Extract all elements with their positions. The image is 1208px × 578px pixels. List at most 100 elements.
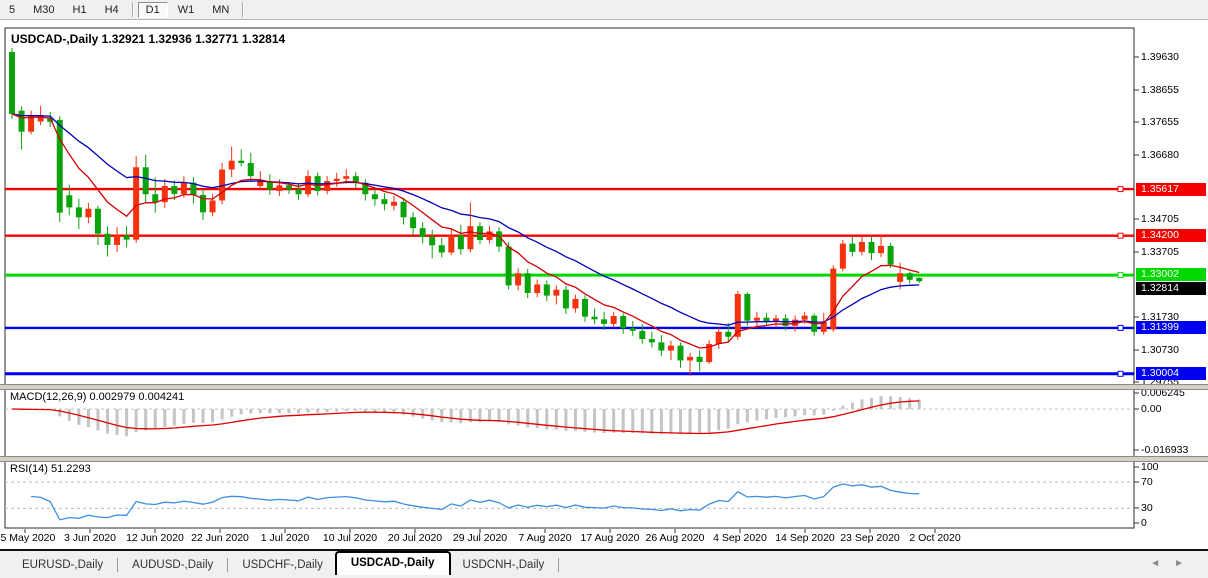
level-price-label: 1.33002: [1136, 268, 1206, 281]
panel-splitter[interactable]: [0, 384, 1208, 390]
candle: [572, 299, 578, 309]
time-axis-label: 20 Jul 2020: [388, 532, 442, 544]
line-drag-handle[interactable]: [1118, 325, 1123, 330]
price-axis-label: 1.38655: [1141, 84, 1179, 96]
tab-scroll-left-icon[interactable]: ◄: [1150, 558, 1174, 569]
time-axis-label: 2 Oct 2020: [909, 532, 960, 544]
rsi-indicator-label: RSI(14) 51.2293: [10, 463, 91, 475]
price-axis-label: 1.39630: [1141, 51, 1179, 63]
tab-separator: [117, 558, 118, 572]
rsi-axis-label: 100: [1141, 461, 1159, 473]
tab-scroll-right-icon[interactable]: ►: [1174, 558, 1198, 569]
candle: [66, 195, 72, 207]
price-axis-label: 1.34705: [1141, 213, 1179, 225]
tab-separator: [558, 558, 559, 572]
time-axis-label: 7 Aug 2020: [518, 532, 571, 544]
candle: [515, 273, 521, 285]
macd-signal-line: [12, 401, 919, 434]
chart-tab-bar: EURUSD-,Daily AUDUSD-,Daily USDCHF-,Dail…: [0, 551, 1208, 578]
macd-axis-label: -0.016933: [1141, 444, 1188, 456]
candle: [878, 246, 884, 253]
tab-separator: [227, 558, 228, 572]
candle: [840, 244, 846, 269]
candle: [439, 245, 445, 252]
line-drag-handle[interactable]: [1118, 273, 1123, 278]
rsi-axis-label: 0: [1141, 517, 1147, 529]
candle: [296, 189, 302, 194]
candle: [897, 273, 903, 282]
candle: [859, 242, 865, 252]
candle: [716, 332, 722, 344]
candle: [754, 318, 760, 321]
tab-eurusd[interactable]: EURUSD-,Daily: [10, 555, 115, 575]
candle: [171, 186, 177, 194]
candle: [582, 299, 588, 317]
candle: [105, 234, 111, 245]
candle: [888, 246, 894, 265]
candle: [410, 217, 416, 228]
candle: [869, 242, 875, 253]
tab-audusd[interactable]: AUDUSD-,Daily: [120, 555, 225, 575]
tab-usdchf[interactable]: USDCHF-,Daily: [230, 555, 335, 575]
price-axis-label: 1.33705: [1141, 246, 1179, 258]
time-axis-label: 14 Sep 2020: [775, 532, 835, 544]
rsi-axis-label: 30: [1141, 502, 1153, 514]
candle: [725, 332, 731, 337]
rsi-axis-label: 70: [1141, 476, 1153, 488]
line-drag-handle[interactable]: [1118, 371, 1123, 376]
time-axis-label: 25 May 2020: [0, 532, 55, 544]
candle: [9, 52, 15, 114]
candle: [181, 183, 187, 194]
chart-canvas[interactable]: [0, 0, 1208, 550]
macd-axis-label: 0.00: [1141, 403, 1161, 415]
time-axis-label: 17 Aug 2020: [581, 532, 640, 544]
level-price-label: 1.31399: [1136, 321, 1206, 334]
time-axis-label: 10 Jul 2020: [323, 532, 377, 544]
tab-usdcnh[interactable]: USDCNH-,Daily: [451, 555, 557, 575]
chart-ohlc-title: USDCAD-,Daily 1.32921 1.32936 1.32771 1.…: [11, 32, 285, 46]
time-axis-label: 1 Jul 2020: [261, 532, 309, 544]
candle: [697, 357, 703, 362]
ma-line-fast: [12, 114, 919, 348]
time-axis-label: 22 Jun 2020: [191, 532, 249, 544]
panel-border: [5, 461, 1134, 528]
candle: [276, 185, 282, 191]
candle: [687, 357, 693, 361]
line-drag-handle[interactable]: [1118, 187, 1123, 192]
mt4-chart-window: 5 M30 H1 H4 D1 W1 MN USDCAD-,Daily 1.329…: [0, 0, 1208, 578]
candle: [630, 328, 636, 331]
tab-scroll-arrows: ◄►: [1150, 558, 1198, 569]
macd-indicator-label: MACD(12,26,9) 0.002979 0.004241: [10, 391, 184, 403]
line-drag-handle[interactable]: [1118, 233, 1123, 238]
candle: [238, 161, 244, 163]
candle: [372, 194, 378, 199]
candle: [907, 273, 913, 280]
candle: [85, 209, 91, 218]
time-axis-label: 4 Sep 2020: [713, 532, 767, 544]
current-price-label: 1.32814: [1136, 282, 1206, 295]
price-axis-label: 1.37655: [1141, 116, 1179, 128]
candle: [114, 235, 120, 245]
level-price-label: 1.30004: [1136, 367, 1206, 380]
candle: [553, 290, 559, 296]
candle: [133, 167, 139, 239]
time-axis-label: 29 Jul 2020: [453, 532, 507, 544]
time-axis-label: 26 Aug 2020: [646, 532, 705, 544]
candle: [324, 181, 330, 191]
candle: [620, 316, 626, 328]
panel-splitter[interactable]: [0, 456, 1208, 462]
candle: [601, 319, 607, 324]
candle: [210, 200, 216, 212]
candle: [467, 226, 473, 249]
candle: [639, 331, 645, 339]
candle: [563, 290, 569, 309]
tab-usdcad[interactable]: USDCAD-,Daily: [335, 551, 451, 575]
candle: [534, 284, 540, 293]
candle: [802, 316, 808, 320]
candle: [849, 244, 855, 252]
level-price-label: 1.34200: [1136, 229, 1206, 242]
candle: [143, 167, 149, 194]
candle: [401, 202, 407, 217]
candle: [429, 237, 435, 245]
candle: [611, 316, 617, 324]
